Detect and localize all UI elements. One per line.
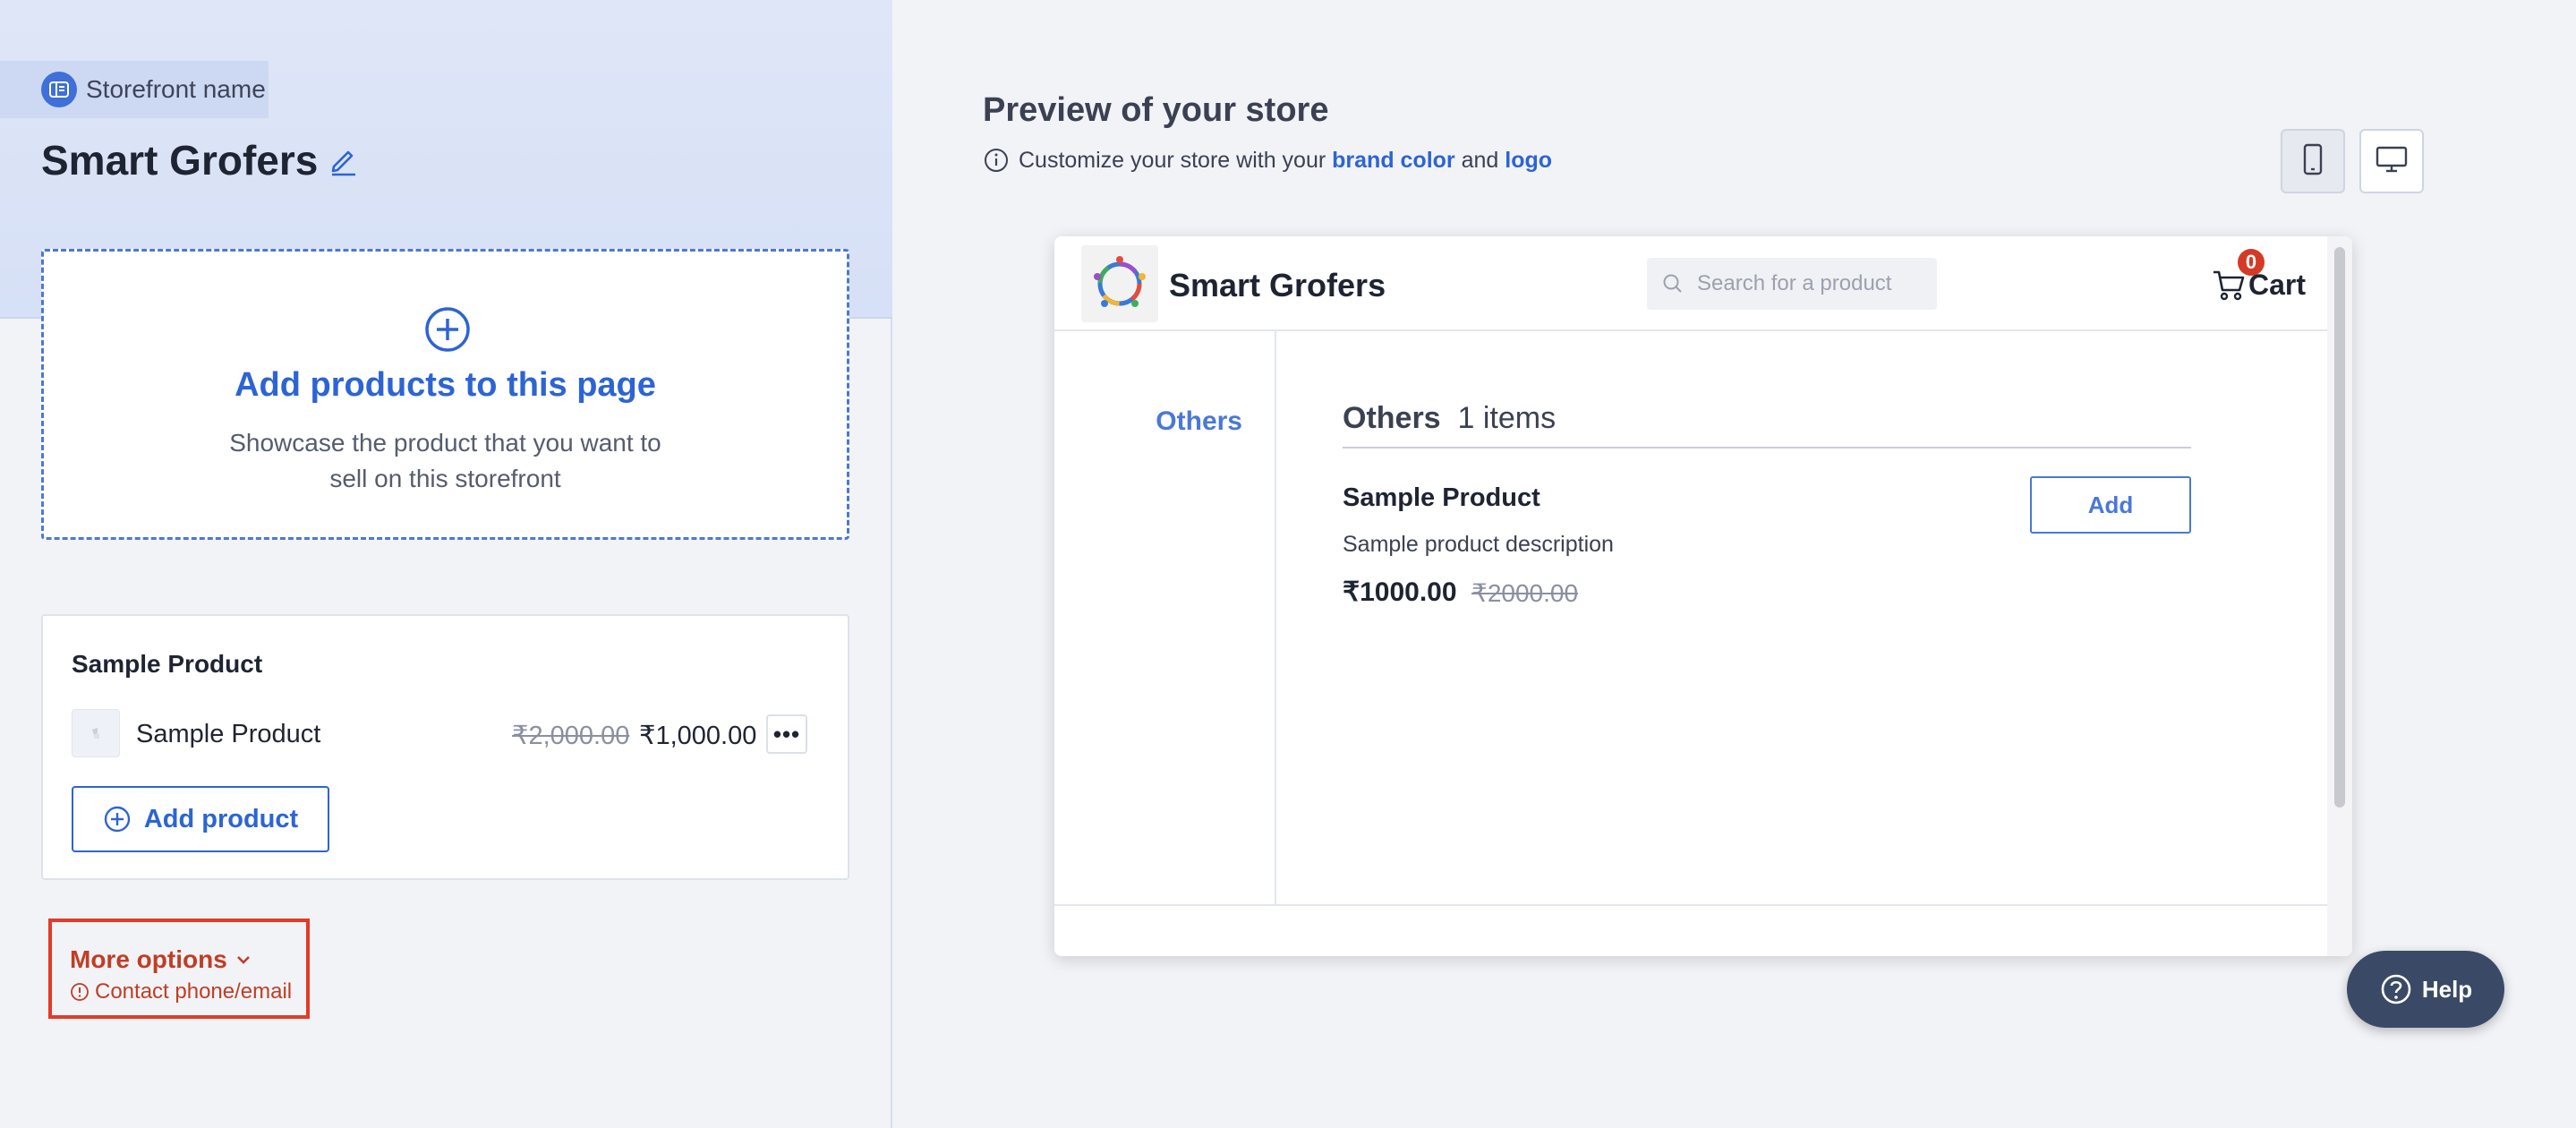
product-thumbnail <box>72 709 120 757</box>
left-panel: Storefront name Smart Grofers Add produc… <box>0 0 892 1128</box>
mobile-preview-button[interactable] <box>2281 129 2345 193</box>
preview-subtitle: Customize your store with your brand col… <box>983 147 1552 174</box>
preview-scrollbar[interactable] <box>2327 236 2352 956</box>
add-product-label: Add product <box>143 804 299 833</box>
chevron-down-icon <box>235 951 252 969</box>
contact-warning: Contact phone/email <box>70 979 292 1004</box>
product-card: Sample Product Sample Product ₹2,000.00 … <box>41 614 849 880</box>
section-count: 1 items <box>1457 401 1557 435</box>
preview-item-description: Sample product description <box>1343 532 1614 557</box>
add-product-button[interactable]: Add product <box>72 786 329 852</box>
product-price: ₹1,000.00 <box>639 722 757 750</box>
category-item-others[interactable]: Others <box>1156 406 1242 437</box>
cart-icon: 0 <box>2211 249 2265 303</box>
cart-count-badge: 0 <box>2238 249 2265 276</box>
preview-cart[interactable]: 0 Cart <box>2211 249 2306 303</box>
brand-color-link[interactable]: brand color <box>1332 148 1455 174</box>
info-icon <box>983 147 1010 174</box>
section-heading: Others 1 items <box>1343 401 1556 436</box>
preview-subtitle-text: Customize your store with your <box>1019 147 1326 173</box>
storefront-name-label: Storefront name <box>86 75 266 103</box>
preview-category-sidebar: Others <box>1054 331 1276 904</box>
logo-link[interactable]: logo <box>1505 148 1552 174</box>
preview-footer <box>1054 904 2327 956</box>
preview-search-bar[interactable]: Search for a product <box>1647 258 1937 310</box>
help-button[interactable]: Help <box>2347 951 2504 1028</box>
product-card-title: Sample Product <box>72 650 263 678</box>
storefront-icon <box>41 72 77 107</box>
preview-item-original-price: ₹2000.00 <box>1471 579 1579 607</box>
edit-icon[interactable] <box>327 142 363 178</box>
store-preview-frame: Smart Grofers Search for a product 0 Car… <box>1054 236 2352 956</box>
contact-warning-text: Contact phone/email <box>95 979 293 1004</box>
preview-title: Preview of your store <box>983 91 1329 129</box>
add-products-title: Add products to this page <box>235 366 656 404</box>
preview-add-button[interactable]: Add <box>2030 476 2191 534</box>
storefront-name-label-row: Storefront name <box>0 61 269 118</box>
preview-item-name: Sample Product <box>1343 483 1540 512</box>
add-circle-icon <box>423 305 472 354</box>
preview-store-name: Smart Grofers <box>1169 267 1386 303</box>
product-name: Sample Product <box>136 720 321 748</box>
desktop-icon <box>2376 145 2408 178</box>
add-products-dropzone[interactable]: Add products to this page Showcase the p… <box>41 249 849 540</box>
preview-item-price: ₹1000.00 <box>1343 577 1457 607</box>
desktop-preview-button[interactable] <box>2359 129 2424 193</box>
more-options-toggle[interactable]: More options <box>70 945 252 974</box>
section-name: Others <box>1343 401 1441 435</box>
product-more-button[interactable]: ••• <box>766 714 807 754</box>
search-icon <box>1661 272 1685 295</box>
preview-header: Smart Grofers Search for a product 0 Car… <box>1054 236 2327 331</box>
info-icon <box>70 982 90 1002</box>
product-original-price: ₹2,000.00 <box>512 722 630 750</box>
store-logo <box>1081 245 1158 322</box>
store-name-row: Smart Grofers <box>41 136 363 184</box>
section-divider <box>1343 447 2191 449</box>
preview-subtitle-and: and <box>1461 147 1499 173</box>
preview-scrollbar-thumb[interactable] <box>2334 247 2345 808</box>
add-circle-icon <box>103 805 132 833</box>
more-options-label: More options <box>70 945 227 973</box>
more-options[interactable]: More options Contact phone/email <box>48 919 310 1019</box>
help-icon <box>2379 972 2413 1006</box>
help-label: Help <box>2421 975 2473 1003</box>
mobile-icon <box>2301 143 2324 180</box>
search-placeholder: Search for a product <box>1697 271 1892 295</box>
store-name: Smart Grofers <box>41 137 319 184</box>
add-products-description: Showcase the product that you want to se… <box>229 429 661 492</box>
